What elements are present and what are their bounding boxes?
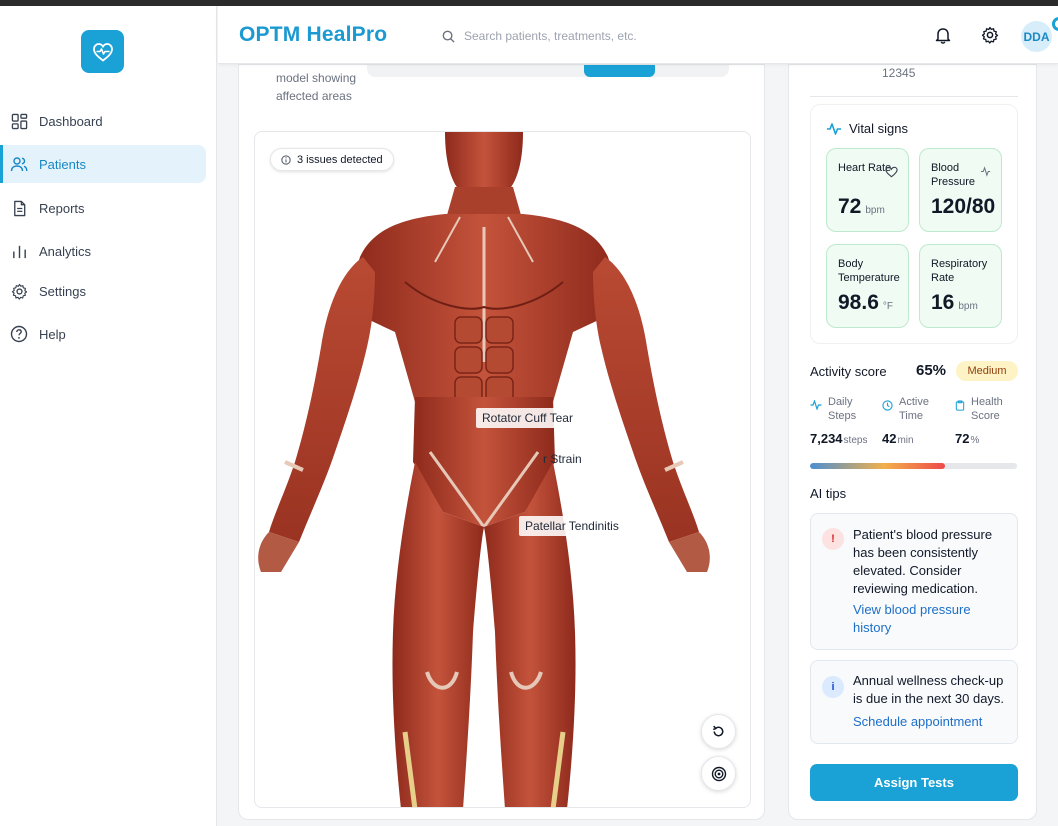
search-icon bbox=[442, 30, 455, 43]
ai-tip-card: i Annual wellness check-up is due in the… bbox=[810, 660, 1018, 744]
bar-chart-icon bbox=[10, 242, 28, 260]
view-bp-history-link[interactable]: View blood pressure history bbox=[853, 601, 1009, 637]
info-icon: i bbox=[822, 676, 844, 698]
rotate-button[interactable] bbox=[701, 714, 736, 749]
settings-button[interactable] bbox=[980, 25, 1000, 45]
vital-heart-rate[interactable]: Heart Rate 72 bpm bbox=[826, 148, 909, 232]
ai-tip-card: ! Patient's blood pressure has been cons… bbox=[810, 513, 1018, 650]
metric-label: Health Score bbox=[971, 396, 1003, 422]
ai-tip-text: Annual wellness check-up is due in the n… bbox=[853, 673, 1005, 706]
notifications-button[interactable] bbox=[933, 25, 953, 45]
sidebar: Dashboard Patients Reports Analytics Set… bbox=[0, 6, 217, 826]
schedule-appointment-link[interactable]: Schedule appointment bbox=[853, 713, 1009, 731]
anatomy-figure bbox=[258, 132, 710, 807]
sidebar-item-reports[interactable]: Reports bbox=[0, 189, 206, 227]
activity-score-value: 65% bbox=[916, 362, 947, 379]
activity-score-row: Activity score 65% Medium bbox=[810, 361, 1020, 383]
sidebar-item-label: Analytics bbox=[39, 243, 92, 259]
ai-tip-text: Patient's blood pressure has been consis… bbox=[853, 527, 993, 596]
injury-label-rotator-cuff[interactable]: Rotator Cuff Tear bbox=[476, 408, 579, 428]
sidebar-item-analytics[interactable]: Analytics bbox=[0, 232, 206, 270]
injury-label-strain[interactable]: r Strain bbox=[537, 449, 588, 469]
alert-icon: ! bbox=[822, 528, 844, 550]
issues-badge: 3 issues detected bbox=[270, 148, 394, 171]
status-indicator bbox=[1052, 17, 1058, 31]
vital-label: Respiratory Rate bbox=[931, 258, 988, 284]
focus-button[interactable] bbox=[701, 756, 736, 791]
vital-signs-card: Vital signs Heart Rate 72 bpm Blood Press… bbox=[810, 104, 1018, 344]
clock-icon bbox=[882, 395, 893, 423]
info-icon bbox=[281, 154, 291, 165]
pulse-icon bbox=[810, 395, 822, 423]
assign-tests-button[interactable]: Assign Tests bbox=[810, 764, 1018, 801]
vital-respiratory-rate[interactable]: Respiratory Rate 16 bpm bbox=[919, 244, 1002, 328]
pulse-icon bbox=[826, 122, 842, 136]
search-input[interactable]: Search patients, treatments, etc. bbox=[464, 29, 637, 43]
sidebar-item-patients[interactable]: Patients bbox=[0, 145, 206, 183]
vital-blood-pressure[interactable]: Blood Pressure 120/80 bbox=[919, 148, 1002, 232]
activity-progress-bar bbox=[810, 463, 1017, 469]
search-bar[interactable]: Search patients, treatments, etc. bbox=[442, 26, 742, 46]
divider bbox=[810, 96, 1018, 97]
body-model-viewer[interactable]: 3 issues detected Rotator Cuff Tear r St… bbox=[254, 131, 751, 808]
vital-value: 16 bpm bbox=[931, 291, 978, 314]
vital-value: 120/80 bbox=[931, 195, 996, 218]
heart-icon bbox=[885, 166, 898, 178]
clipboard-icon bbox=[955, 395, 965, 423]
metric-label: Active Time bbox=[899, 396, 929, 422]
vital-value: 72 bpm bbox=[838, 195, 885, 218]
sidebar-item-label: Patients bbox=[39, 156, 86, 172]
view-toggle-active[interactable] bbox=[584, 65, 655, 77]
activity-score-label: Activity score bbox=[810, 364, 887, 379]
metric-label: Daily Steps bbox=[828, 396, 857, 422]
users-icon bbox=[10, 155, 28, 173]
model-description: model showing affected areas bbox=[276, 71, 357, 103]
vital-body-temperature[interactable]: Body Temperature 98.6 °F bbox=[826, 244, 909, 328]
gear-icon bbox=[981, 26, 999, 44]
sidebar-item-label: Settings bbox=[39, 283, 86, 299]
heart-pulse-icon bbox=[92, 42, 113, 62]
app-brand[interactable]: OPTM HealPro bbox=[239, 23, 387, 47]
app-logo[interactable] bbox=[81, 30, 124, 73]
help-icon bbox=[10, 325, 28, 343]
sidebar-item-help[interactable]: Help bbox=[0, 315, 206, 353]
patient-details-panel: 12345 Vital signs Heart Rate 72 bpm Blood… bbox=[788, 64, 1037, 820]
vital-signs-heading: Vital signs bbox=[826, 121, 908, 136]
activity-progress-fill bbox=[810, 463, 945, 469]
vital-value: 98.6 °F bbox=[838, 291, 893, 314]
user-avatar[interactable]: DDA bbox=[1021, 21, 1052, 52]
target-icon bbox=[711, 766, 726, 781]
body-model-panel: model showing affected areas 3 issues de… bbox=[238, 64, 765, 820]
sidebar-item-label: Dashboard bbox=[39, 113, 103, 129]
vital-signs-title: Vital signs bbox=[849, 121, 909, 136]
sidebar-item-label: Help bbox=[39, 326, 66, 342]
vital-label: Body Temperature bbox=[838, 258, 900, 284]
issues-count: 3 issues detected bbox=[297, 153, 383, 166]
injury-label-patellar[interactable]: Patellar Tendinitis bbox=[519, 516, 625, 536]
bell-icon bbox=[935, 28, 951, 44]
top-header: OPTM HealPro Search patients, treatments… bbox=[218, 6, 1058, 64]
document-icon bbox=[10, 199, 28, 217]
sidebar-item-settings[interactable]: Settings bbox=[0, 272, 206, 310]
sidebar-item-label: Reports bbox=[39, 200, 85, 216]
dashboard-icon bbox=[10, 112, 28, 130]
patient-id: 12345 bbox=[882, 66, 916, 80]
rotate-icon bbox=[713, 725, 724, 737]
gear-icon bbox=[10, 282, 28, 300]
ai-tips-heading: AI tips bbox=[810, 486, 847, 501]
view-toggle[interactable] bbox=[367, 65, 729, 77]
pulse-icon bbox=[980, 166, 991, 177]
activity-level-badge: Medium bbox=[956, 361, 1018, 381]
sidebar-item-dashboard[interactable]: Dashboard bbox=[0, 102, 206, 140]
